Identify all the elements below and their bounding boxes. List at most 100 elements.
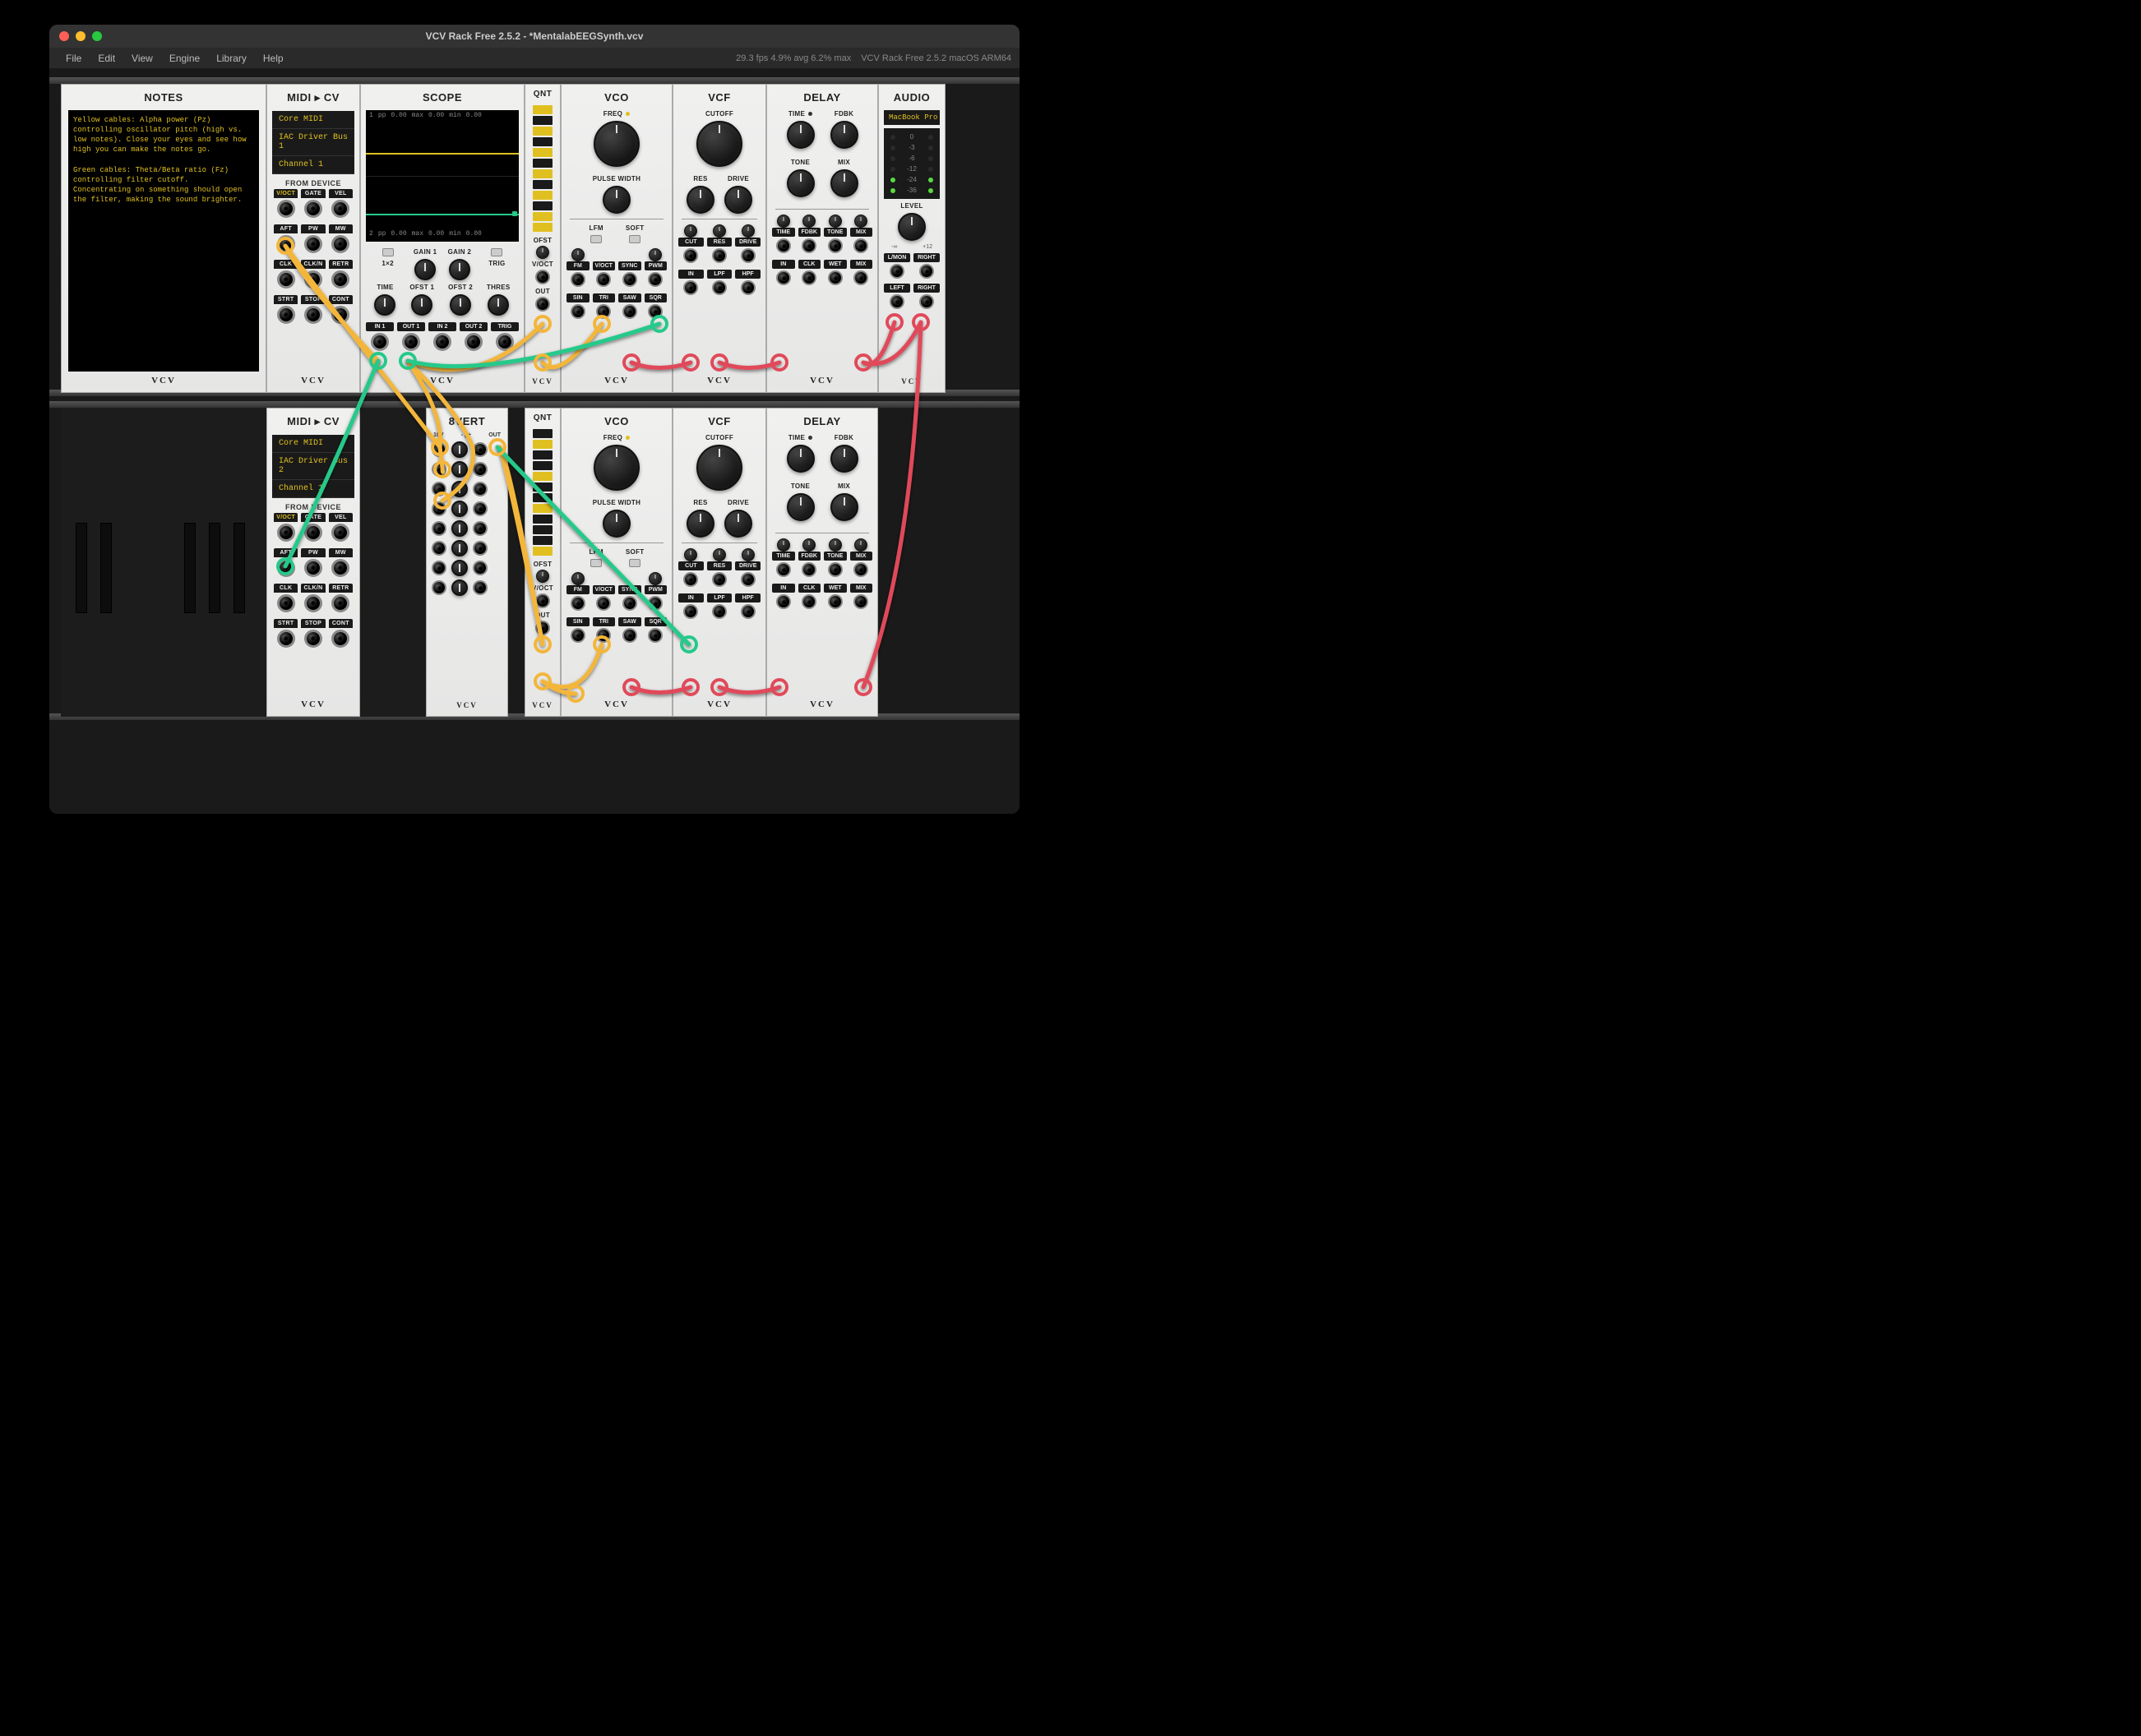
rack-area[interactable]: NOTES Yellow cables: Alpha power (Pz) co… — [49, 69, 1020, 814]
midi2-lcd[interactable]: Core MIDI IAC Driver Bus 2 Channel 1 — [272, 435, 354, 498]
vco1-pwm-att[interactable] — [649, 248, 662, 261]
delay2-wet-port[interactable] — [828, 594, 843, 609]
midi2-port-clkn[interactable] — [304, 594, 322, 612]
8vert-out-2[interactable] — [473, 462, 488, 477]
module-notes[interactable]: NOTES Yellow cables: Alpha power (Pz) co… — [61, 84, 266, 393]
midi2-port-clk[interactable] — [277, 594, 295, 612]
vco2-pw-knob[interactable] — [603, 510, 631, 538]
menu-edit[interactable]: Edit — [90, 53, 123, 64]
delay2-in-port[interactable] — [776, 594, 791, 609]
8vert-knob-2[interactable] — [451, 461, 468, 478]
vcf1-drive-att[interactable] — [742, 224, 755, 238]
vco2-sin-port[interactable] — [571, 628, 585, 643]
audio-lmon-port[interactable] — [890, 264, 904, 279]
delay1-clk-port[interactable] — [802, 270, 816, 285]
8vert-in-3[interactable] — [432, 482, 446, 496]
8vert-in-1[interactable] — [432, 442, 446, 457]
midi1-lcd[interactable]: Core MIDI IAC Driver Bus 1 Channel 1 — [272, 111, 354, 174]
vco2-freq-knob[interactable] — [594, 445, 640, 491]
8vert-in-4[interactable] — [432, 501, 446, 516]
module-vcf-2[interactable]: VCF CUTOFF RES DRIVE CUT RES DRIVE IN LP — [673, 408, 766, 717]
midi1-channel[interactable]: Channel 1 — [272, 156, 354, 174]
delay2-time-knob[interactable] — [787, 445, 815, 473]
8vert-knob-8[interactable] — [451, 579, 468, 596]
qnt2-ofst-knob[interactable] — [536, 570, 549, 583]
delay2-tone-knob[interactable] — [787, 493, 815, 521]
qnt1-keys[interactable] — [533, 105, 553, 232]
midi2-port-pw[interactable] — [304, 559, 322, 577]
vcf2-lpf-port[interactable] — [712, 604, 727, 619]
delay2-mix-knob[interactable] — [830, 493, 858, 521]
midi2-port-cont[interactable] — [331, 630, 349, 648]
vcf2-hpf-port[interactable] — [741, 604, 756, 619]
8vert-in-7[interactable] — [432, 561, 446, 575]
midi1-port-aft[interactable] — [277, 235, 295, 253]
delay2-tone-att[interactable] — [829, 538, 842, 552]
menu-engine[interactable]: Engine — [161, 53, 208, 64]
delay1-tone-port[interactable] — [828, 238, 843, 253]
delay1-fdbk-knob[interactable] — [830, 121, 858, 149]
qnt2-voct-port[interactable] — [535, 593, 550, 608]
midi1-port-stop[interactable] — [304, 306, 322, 324]
8vert-out-7[interactable] — [473, 561, 488, 575]
vco1-sqr-port[interactable] — [648, 304, 663, 319]
module-audio[interactable]: AUDIO MacBook Pro 0 -3 -6 -12 -24 -36 LE… — [878, 84, 946, 393]
delay2-fdbk-att[interactable] — [802, 538, 816, 552]
scope-ofst2-knob[interactable] — [450, 294, 471, 316]
module-vco-2[interactable]: VCO FREQ PULSE WIDTH LFM SOFT FM V/OCT S… — [561, 408, 673, 717]
vcf1-cutoff-knob[interactable] — [696, 121, 742, 167]
qnt1-ofst-knob[interactable] — [536, 246, 549, 259]
vco1-saw-port[interactable] — [622, 304, 637, 319]
midi2-port-retr[interactable] — [331, 594, 349, 612]
delay1-fdbk-port[interactable] — [802, 238, 816, 253]
vco1-tri-port[interactable] — [596, 304, 611, 319]
menu-view[interactable]: View — [123, 53, 161, 64]
vco1-lfm-toggle[interactable] — [590, 235, 602, 243]
vcf1-drive-port[interactable] — [741, 248, 756, 263]
module-midi-cv-2[interactable]: MIDI ▸ CV Core MIDI IAC Driver Bus 2 Cha… — [266, 408, 360, 717]
8vert-in-8[interactable] — [432, 580, 446, 595]
midi1-device[interactable]: IAC Driver Bus 1 — [272, 129, 354, 156]
8vert-in-2[interactable] — [432, 462, 446, 477]
vcf2-cut-port[interactable] — [683, 572, 698, 587]
vcf2-res-att[interactable] — [713, 548, 726, 561]
8vert-knob-1[interactable] — [451, 441, 468, 458]
delay2-tone-port[interactable] — [828, 562, 843, 577]
module-scope[interactable]: SCOPE 1 pp0.00 max0.00 min0.00 2 pp0.00 — [360, 84, 525, 393]
scope-screen[interactable]: 1 pp0.00 max0.00 min0.00 2 pp0.00 max0.0… — [366, 110, 519, 242]
8vert-out-6[interactable] — [473, 541, 488, 556]
scope-gain2-knob[interactable] — [449, 259, 470, 280]
8vert-knob-5[interactable] — [451, 520, 468, 537]
qnt1-voct-port[interactable] — [535, 270, 550, 284]
module-qnt-2[interactable]: QNT OFST V/OCT OUT VCV — [525, 408, 561, 717]
midi2-channel[interactable]: Channel 1 — [272, 480, 354, 498]
vco1-fm-att[interactable] — [571, 248, 585, 261]
delay1-mix-att[interactable] — [854, 215, 867, 228]
midi2-port-mw[interactable] — [331, 559, 349, 577]
midi2-driver[interactable]: Core MIDI — [272, 435, 354, 453]
vcf2-drive-port[interactable] — [741, 572, 756, 587]
module-qnt-1[interactable]: QNT OFST V/OCT OUT VCV — [525, 84, 561, 393]
midi1-port-mw[interactable] — [331, 235, 349, 253]
vco1-voct-port[interactable] — [596, 272, 611, 287]
module-vcf-1[interactable]: VCF CUTOFF RES DRIVE CUT RES DRIVE IN LP… — [673, 84, 766, 393]
qnt2-keys[interactable] — [533, 429, 553, 556]
audio-right-port[interactable] — [919, 264, 934, 279]
scope-in2-port[interactable] — [433, 333, 451, 351]
vco2-fm-att[interactable] — [571, 572, 585, 585]
vco1-sin-port[interactable] — [571, 304, 585, 319]
vcf1-cut-port[interactable] — [683, 248, 698, 263]
module-8vert[interactable]: 8VERT 10V- | +OUT VCV — [426, 408, 508, 717]
delay2-fdbk-knob[interactable] — [830, 445, 858, 473]
delay2-mix-port[interactable] — [853, 594, 868, 609]
vco2-sync-port[interactable] — [622, 596, 637, 611]
8vert-out-3[interactable] — [473, 482, 488, 496]
delay2-time-att[interactable] — [777, 538, 790, 552]
delay1-tone-att[interactable] — [829, 215, 842, 228]
delay1-time-port[interactable] — [776, 238, 791, 253]
vcf2-in-port[interactable] — [683, 604, 698, 619]
vco1-sync-port[interactable] — [622, 272, 637, 287]
scope-trig-toggle[interactable] — [491, 248, 502, 256]
midi1-port-pw[interactable] — [304, 235, 322, 253]
vcf2-res-knob[interactable] — [687, 510, 714, 538]
